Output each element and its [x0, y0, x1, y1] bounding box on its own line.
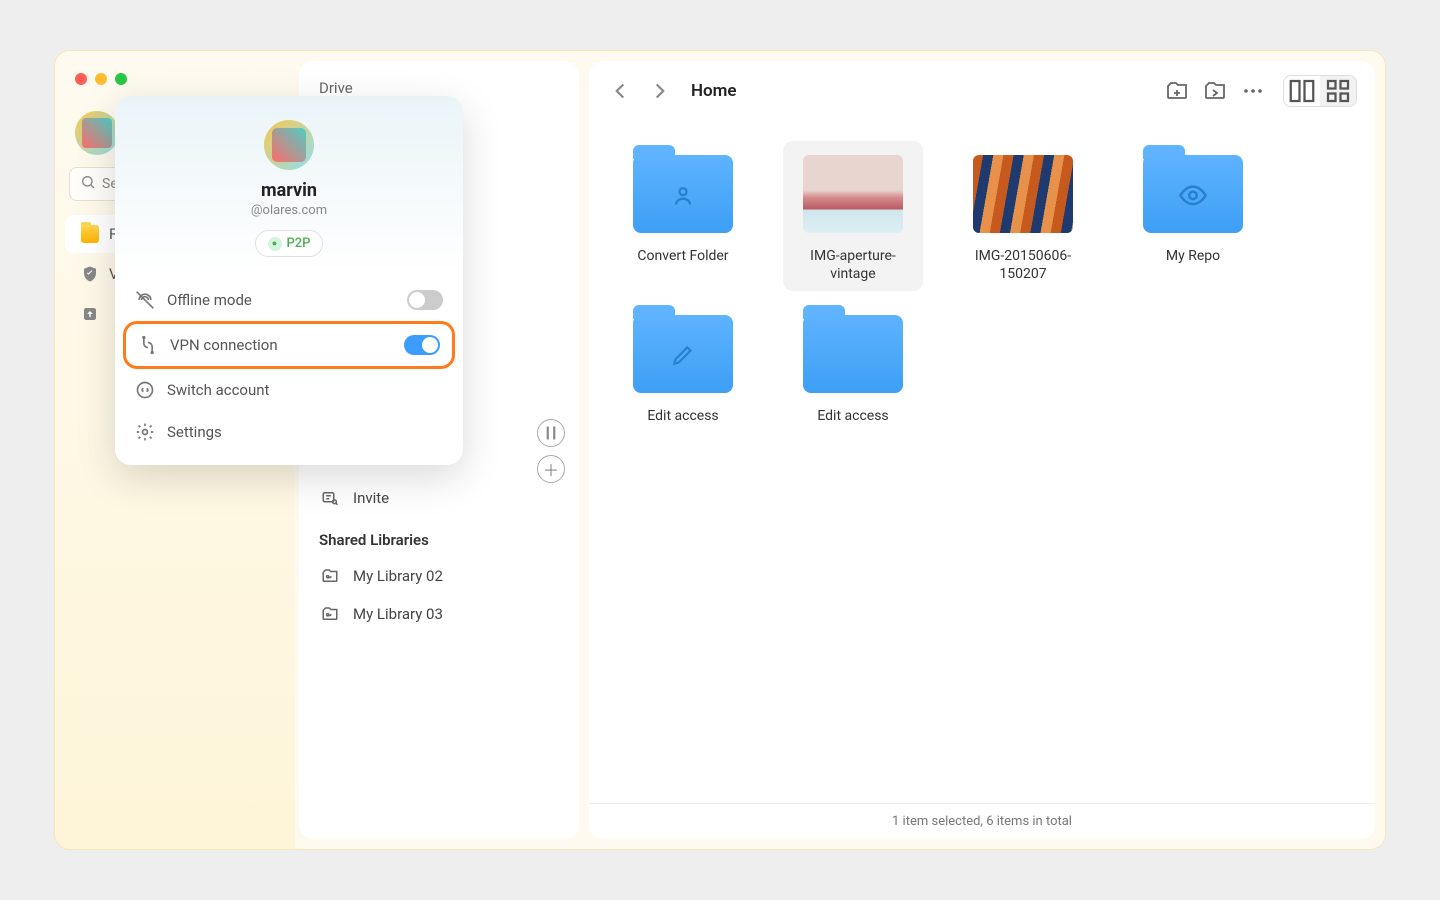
image-thumbnail — [973, 155, 1073, 233]
add-button[interactable]: ＋ — [537, 455, 565, 483]
settings-row[interactable]: Settings — [123, 411, 455, 453]
close-window-button[interactable] — [75, 73, 87, 85]
sidebar: Sea F V marvin @olares.com ● P2P — [55, 51, 295, 849]
file-name: IMG-aperture-vintage — [791, 247, 915, 283]
library-icon — [319, 567, 341, 585]
file-name: My Repo — [1166, 247, 1220, 265]
status-bar: 1 item selected, 6 items in total — [589, 803, 1375, 839]
file-item[interactable]: Edit access — [613, 301, 753, 433]
invite-icon — [319, 489, 341, 507]
shield-icon — [81, 265, 99, 283]
invite-row[interactable]: Invite — [299, 479, 579, 517]
library-icon — [319, 605, 341, 623]
offline-icon — [135, 290, 155, 310]
switch-account-row[interactable]: Switch account — [123, 369, 455, 411]
file-browser: Home Convert Folder IMG-aperture-vintage — [589, 61, 1375, 839]
pencil-icon — [670, 342, 696, 372]
file-item[interactable]: My Repo — [1123, 141, 1263, 291]
person-icon — [669, 181, 697, 213]
globe-icon: ● — [268, 237, 282, 251]
menu-label: Settings — [167, 423, 222, 441]
grid-view-button[interactable] — [1320, 76, 1356, 106]
move-folder-button[interactable] — [1203, 79, 1227, 103]
eye-icon — [1178, 180, 1208, 214]
list-view-button[interactable] — [1284, 76, 1320, 106]
breadcrumb: Home — [691, 81, 737, 101]
back-button[interactable] — [607, 78, 633, 104]
image-thumbnail — [803, 155, 903, 233]
popup-menu: Offline mode VPN connection Switch accou… — [115, 273, 463, 465]
file-name: Edit access — [647, 407, 718, 425]
avatar[interactable] — [75, 111, 119, 155]
maximize-window-button[interactable] — [115, 73, 127, 85]
forward-button[interactable] — [647, 78, 673, 104]
invite-label: Invite — [353, 489, 389, 507]
file-item[interactable]: IMG-20150606-150207 — [953, 141, 1093, 291]
upload-icon — [81, 305, 99, 323]
offline-mode-row[interactable]: Offline mode — [123, 279, 455, 321]
popup-header: marvin @olares.com ● P2P — [115, 96, 463, 273]
vpn-toggle[interactable] — [404, 335, 440, 355]
file-name: Convert Folder — [637, 247, 728, 265]
library-name: My Library 03 — [353, 605, 443, 623]
vpn-connection-row[interactable]: VPN connection — [123, 321, 455, 369]
user-domain: @olares.com — [135, 203, 443, 218]
menu-label: Switch account — [167, 381, 269, 399]
offline-toggle[interactable] — [407, 290, 443, 310]
library-row[interactable]: My Library 03 — [299, 595, 579, 633]
minimize-window-button[interactable] — [95, 73, 107, 85]
switch-icon — [135, 380, 155, 400]
file-item[interactable]: IMG-aperture-vintage — [783, 141, 923, 291]
pause-button[interactable] — [537, 419, 565, 447]
file-item[interactable]: Convert Folder — [613, 141, 753, 291]
toolbar: Home — [589, 61, 1375, 121]
username: marvin — [135, 180, 443, 201]
file-name: IMG-20150606-150207 — [961, 247, 1085, 283]
badge-label: P2P — [287, 236, 311, 251]
file-grid: Convert Folder IMG-aperture-vintage IMG-… — [589, 121, 1375, 803]
more-button[interactable] — [1241, 79, 1265, 103]
menu-label: VPN connection — [170, 336, 278, 354]
library-row[interactable]: My Library 02 — [299, 557, 579, 595]
new-folder-button[interactable] — [1165, 79, 1189, 103]
library-name: My Library 02 — [353, 567, 443, 585]
view-toggle — [1283, 75, 1357, 107]
file-name: Edit access — [817, 407, 888, 425]
connection-badge: ● P2P — [255, 230, 324, 257]
avatar-large — [264, 120, 314, 170]
file-item[interactable]: Edit access — [783, 301, 923, 433]
vpn-icon — [138, 335, 158, 355]
folder-icon — [81, 225, 99, 243]
menu-label: Offline mode — [167, 291, 252, 309]
account-popup: marvin @olares.com ● P2P Offline mode VP… — [115, 96, 463, 465]
gear-icon — [135, 422, 155, 442]
shared-libraries-header: Shared Libraries — [299, 517, 579, 557]
traffic-lights — [75, 73, 127, 85]
search-icon — [80, 174, 96, 194]
app-window: Sea F V marvin @olares.com ● P2P — [54, 50, 1386, 850]
